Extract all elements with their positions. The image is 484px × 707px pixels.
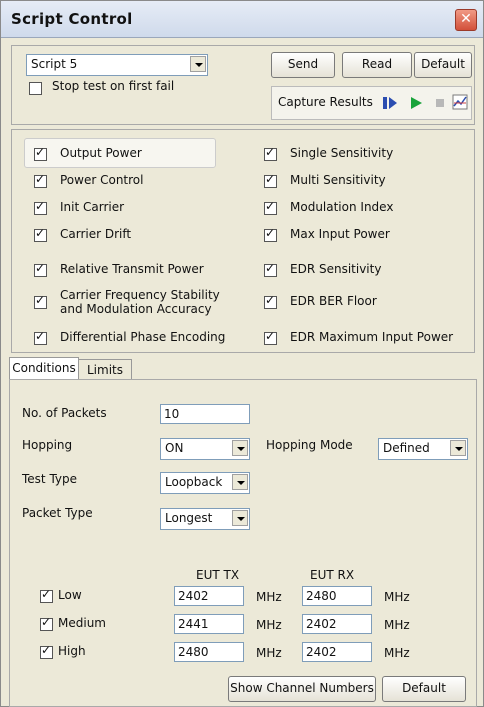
test-label: Differential Phase Encoding (60, 330, 226, 344)
unit-label: MHz (256, 590, 282, 604)
default-top-button[interactable]: Default (414, 52, 472, 78)
test-label: Init Carrier (60, 200, 125, 214)
close-icon[interactable]: ✕ (455, 9, 477, 31)
stop-test-label: Stop test on first fail (52, 79, 175, 93)
step-forward-icon[interactable] (382, 95, 398, 111)
test-label: Carrier Frequency Stability (60, 288, 220, 302)
tab-conditions[interactable]: Conditions (9, 357, 79, 379)
test-checkbox[interactable] (264, 145, 277, 161)
hopping-mode-select[interactable]: Defined (378, 438, 468, 460)
conditions-panel: No. of Packets 10 Hopping ON Hopping Mod… (9, 379, 477, 707)
stop-icon[interactable] (432, 95, 448, 111)
test-label: Power Control (60, 173, 144, 187)
test-label: and Modulation Accuracy (60, 302, 212, 316)
capture-results-label: Capture Results (278, 95, 373, 109)
eut-rx-header: EUT RX (310, 568, 355, 582)
test-checkbox[interactable] (264, 293, 277, 309)
test-label: EDR Maximum Input Power (290, 330, 454, 344)
eut-tx-input[interactable]: 2402 (174, 586, 244, 606)
graph-icon[interactable] (452, 94, 468, 110)
test-checkbox[interactable] (264, 226, 277, 242)
chevron-down-icon[interactable] (232, 440, 248, 456)
unit-label: MHz (256, 618, 282, 632)
packets-input[interactable]: 10 (160, 404, 250, 424)
hopping-label: Hopping (22, 438, 73, 452)
test-checkbox[interactable] (264, 172, 277, 188)
show-channel-numbers-button[interactable]: Show Channel Numbers (228, 676, 376, 702)
test-checkbox[interactable] (264, 329, 277, 345)
chevron-down-icon[interactable] (190, 56, 206, 72)
test-checkbox[interactable] (34, 226, 47, 242)
test-type-select[interactable]: Loopback (160, 472, 250, 494)
packet-type-value: Longest (165, 511, 213, 525)
test-label: Output Power (60, 146, 142, 160)
unit-label: MHz (384, 646, 410, 660)
tests-panel: Output Power Power Control Init Carrier … (11, 129, 475, 353)
script-select-value: Script 5 (31, 57, 78, 71)
unit-label: MHz (384, 618, 410, 632)
test-type-label: Test Type (22, 472, 78, 486)
packet-type-select[interactable]: Longest (160, 508, 250, 530)
eut-tx-header: EUT TX (196, 568, 240, 582)
test-checkbox[interactable] (34, 172, 47, 188)
eut-rx-input[interactable]: 2480 (302, 586, 372, 606)
eut-rx-input[interactable]: 2402 (302, 642, 372, 662)
stop-test-checkbox[interactable] (29, 82, 42, 95)
packet-type-label: Packet Type (22, 506, 93, 520)
hopping-select[interactable]: ON (160, 438, 250, 460)
tab-limits[interactable]: Limits (78, 359, 132, 379)
channel-checkbox[interactable] (40, 615, 53, 631)
channel-checkbox[interactable] (40, 643, 53, 659)
test-label: Multi Sensitivity (290, 173, 386, 187)
test-checkbox[interactable] (34, 199, 47, 215)
default-conditions-button[interactable]: Default (382, 676, 466, 702)
test-checkbox[interactable] (34, 293, 47, 309)
eut-rx-input[interactable]: 2402 (302, 614, 372, 634)
test-checkbox[interactable] (34, 145, 47, 161)
channel-label: Medium (58, 616, 106, 630)
hopping-mode-value: Defined (383, 441, 430, 455)
test-label: Carrier Drift (60, 227, 132, 241)
chevron-down-icon[interactable] (232, 474, 248, 490)
test-label: EDR BER Floor (290, 294, 377, 308)
channel-label: High (58, 644, 86, 658)
test-checkbox[interactable] (264, 261, 277, 277)
test-label: Single Sensitivity (290, 146, 394, 160)
channel-checkbox[interactable] (40, 587, 53, 603)
channel-label: Low (58, 588, 82, 602)
script-select[interactable]: Script 5 (26, 54, 208, 76)
hopping-mode-label: Hopping Mode (266, 438, 353, 452)
test-type-value: Loopback (165, 475, 223, 489)
script-control-window: Script Control ✕ Script 5 Stop test on f… (0, 0, 484, 707)
test-checkbox[interactable] (264, 199, 277, 215)
hopping-value: ON (165, 441, 184, 455)
eut-tx-input[interactable]: 2441 (174, 614, 244, 634)
test-checkbox[interactable] (34, 329, 47, 345)
test-label: EDR Sensitivity (290, 262, 382, 276)
unit-label: MHz (256, 646, 282, 660)
top-panel: Script 5 Stop test on first fail Send Re… (11, 45, 475, 125)
play-icon[interactable] (408, 95, 424, 111)
packets-label: No. of Packets (22, 406, 107, 420)
test-label: Max Input Power (290, 227, 390, 241)
capture-results-box: Capture Results (271, 86, 472, 120)
send-button[interactable]: Send (271, 52, 335, 78)
eut-tx-input[interactable]: 2480 (174, 642, 244, 662)
chevron-down-icon[interactable] (450, 440, 466, 456)
test-label: Modulation Index (290, 200, 394, 214)
title-bar: Script Control ✕ (1, 1, 483, 38)
window-title: Script Control (11, 10, 133, 28)
test-checkbox[interactable] (34, 261, 47, 277)
unit-label: MHz (384, 590, 410, 604)
test-label: Relative Transmit Power (60, 262, 204, 276)
chevron-down-icon[interactable] (232, 510, 248, 526)
read-button[interactable]: Read (342, 52, 412, 78)
